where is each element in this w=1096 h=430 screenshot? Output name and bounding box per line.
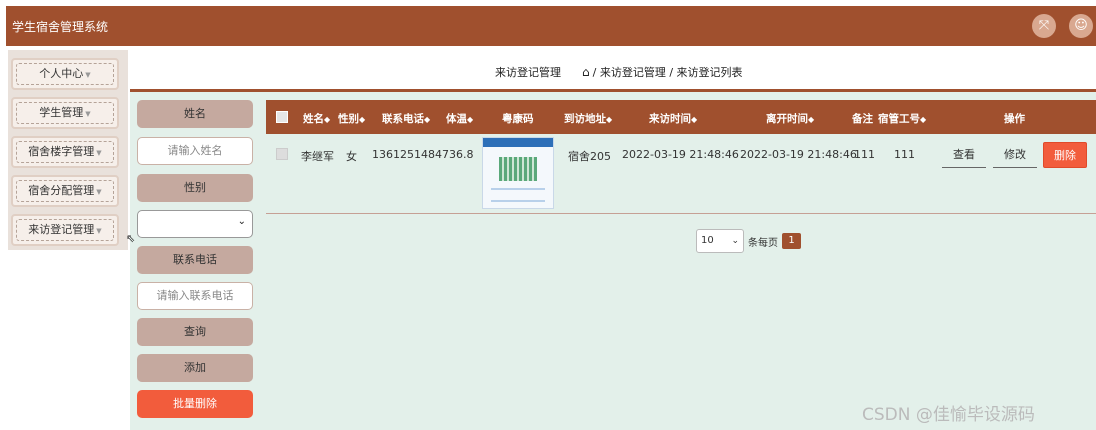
fullscreen-icon[interactable]: ⤧ (1032, 14, 1056, 38)
per-page-text: 条每页 (748, 238, 778, 249)
delete-button[interactable]: 删除 (1043, 142, 1087, 168)
name-input[interactable]: 请输入姓名 (137, 137, 253, 165)
home-icon[interactable]: ⌂ (582, 65, 590, 79)
gender-select[interactable]: ⌄ (137, 210, 253, 238)
column-header-remark: 备注 (852, 113, 873, 125)
column-header-leave-time[interactable]: 离开时间◆ (766, 111, 814, 126)
sidebar-item-label: 来访登记管理 (28, 223, 95, 236)
edit-button[interactable]: 修改 (993, 142, 1037, 168)
phone-input[interactable]: 请输入联系电话 (137, 282, 253, 310)
column-header-manager-id[interactable]: 宿管工号◆ (878, 111, 926, 126)
query-button[interactable]: 查询 (137, 318, 253, 346)
phone-label: 联系电话 (137, 246, 253, 274)
cell-gender: 女 (346, 150, 357, 163)
cell-leave-time: 2022-03-19 21:48:46 (740, 148, 857, 161)
batch-delete-button[interactable]: 批量删除 (137, 390, 253, 418)
sidebar-item-label: 学生管理 (39, 106, 84, 119)
cell-manager-id: 111 (894, 148, 915, 161)
caret-down-icon: ▼ (85, 110, 91, 118)
row-checkbox[interactable] (276, 148, 288, 160)
page-size-value: 10 (701, 235, 714, 246)
caret-down-icon: ▼ (96, 227, 102, 235)
chevron-down-icon: ⌄ (237, 216, 246, 227)
sidebar-item-visitor-management[interactable]: 来访登记管理 ▼ (11, 214, 119, 246)
column-header-visit-time[interactable]: 来访时间◆ (649, 111, 697, 126)
breadcrumb: 来访登记管理 ⌂ / 来访登记管理 / 来访登记列表 (130, 50, 1096, 92)
name-label: 姓名 (137, 100, 253, 128)
caret-down-icon: ▼ (85, 71, 91, 79)
column-header-name[interactable]: 姓名◆ (303, 111, 330, 126)
column-header-phone[interactable]: 联系电话◆ (382, 111, 430, 126)
caret-down-icon: ▼ (96, 188, 102, 196)
table-header: 姓名◆ 性别◆ 联系电话◆ 体温◆ 粤康码 到访地址◆ 来访时间◆ 离开时间◆ … (266, 100, 1096, 134)
cell-address: 宿舍205 (568, 150, 611, 163)
caret-down-icon: ▼ (96, 149, 102, 157)
view-button[interactable]: 查看 (942, 142, 986, 168)
cell-name: 李继军 (301, 150, 334, 163)
visitor-table: 姓名◆ 性别◆ 联系电话◆ 体温◆ 粤康码 到访地址◆ 来访时间◆ 离开时间◆ … (266, 100, 1096, 214)
add-button[interactable]: 添加 (137, 354, 253, 382)
select-all-checkbox[interactable] (276, 111, 288, 123)
column-header-health-code: 粤康码 (502, 113, 534, 125)
sidebar-item-label: 个人中心 (39, 67, 84, 80)
app-title: 学生宿舍管理系统 (12, 20, 109, 34)
sidebar-item-label: 宿舍楼字管理 (28, 145, 95, 158)
sidebar-item-student-management[interactable]: 学生管理 ▼ (11, 97, 119, 129)
gender-label: 性别 (137, 174, 253, 202)
chevron-down-icon: ⌄ (731, 236, 739, 246)
breadcrumb-text: / 来访登记管理 / 来访登记列表 (592, 66, 743, 79)
cell-visit-time: 2022-03-19 21:48:46 (622, 148, 739, 161)
sidebar: 个人中心 ▼ 学生管理 ▼ 宿舍楼字管理 ▼ 宿舍分配管理 ▼ 来访登记管理 ▼ (8, 50, 128, 250)
page-title: 来访登记管理 (495, 66, 561, 79)
column-header-temperature[interactable]: 体温◆ (446, 111, 473, 126)
page-number-current[interactable]: 1 (782, 233, 801, 249)
column-header-actions: 操作 (1004, 113, 1025, 125)
cell-temperature: 36.8 (449, 148, 474, 161)
column-header-gender[interactable]: 性别◆ (338, 111, 365, 126)
cell-remark: 111 (854, 148, 875, 161)
column-header-address[interactable]: 到访地址◆ (564, 111, 612, 126)
health-code-image[interactable] (482, 137, 554, 209)
watermark: CSDN @佳愉毕设源码 (862, 405, 1035, 425)
breadcrumb-path: ⌂ / 来访登记管理 / 来访登记列表 (582, 64, 743, 80)
sidebar-item-building-management[interactable]: 宿舍楼字管理 ▼ (11, 136, 119, 168)
cell-phone: 13612514847 (372, 148, 449, 161)
page-size-select[interactable]: 10 ⌄ (696, 229, 744, 253)
user-icon[interactable]: ☺ (1069, 14, 1093, 38)
sidebar-item-label: 宿舍分配管理 (28, 184, 95, 197)
top-bar: 学生宿舍管理系统 ⤧ ☺ (6, 6, 1096, 46)
mouse-cursor-icon: ⇖ (126, 232, 136, 245)
sidebar-item-allocation-management[interactable]: 宿舍分配管理 ▼ (11, 175, 119, 207)
sidebar-item-personal-center[interactable]: 个人中心 ▼ (11, 58, 119, 90)
